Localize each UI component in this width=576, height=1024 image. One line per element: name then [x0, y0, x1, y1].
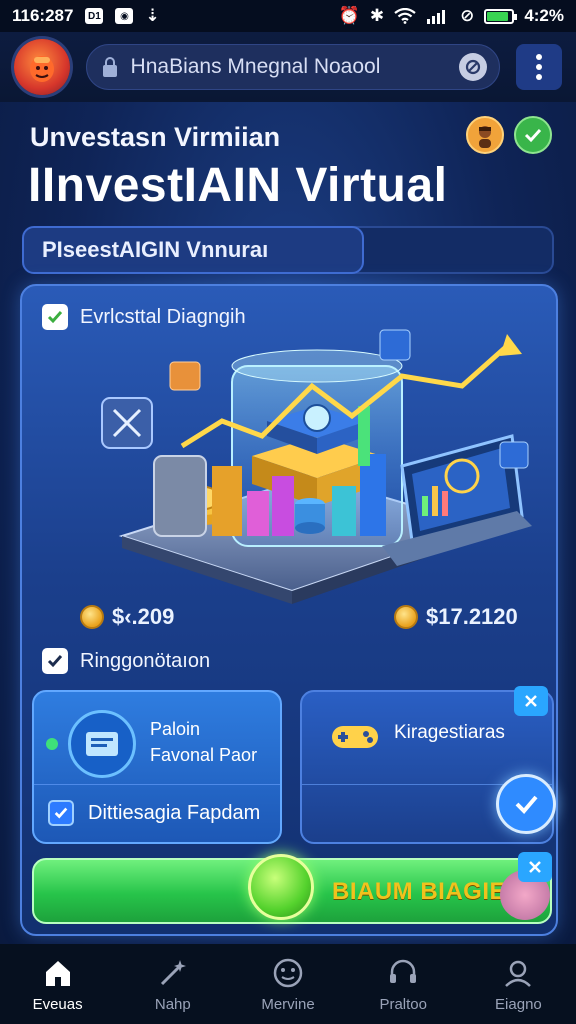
battery-icon	[484, 8, 518, 24]
status-dot	[46, 738, 58, 750]
gamepad-icon	[332, 726, 378, 748]
nav-label: Mervine	[261, 995, 315, 1013]
page-title: IInvestIAIN Virtual	[28, 159, 448, 212]
tile-left-checkbox-row[interactable]: Dittiesagia Fapdam	[48, 800, 260, 826]
status-bar: 116:287 D1 ◉ ⇣ ⏰ ✱ ⊘ 4:2%	[0, 0, 576, 32]
bottom-nav: Eveuas Nahp Mervine Praltoo Eiagno	[0, 944, 576, 1024]
tile-right-label: Kiragestiaras	[394, 722, 505, 743]
tile-left[interactable]: Paloin Favonal Paor Dittiesagia Fapdam	[32, 690, 282, 844]
face-icon	[273, 958, 303, 987]
tile-left-line1: Paloin	[150, 719, 201, 739]
nav-label: Nahp	[154, 995, 191, 1013]
more-vertical-icon[interactable]	[516, 44, 562, 90]
confirm-check-icon[interactable]	[496, 774, 556, 834]
main-content: Unvestasn Virmiian IInvestIAIN Virtual P…	[0, 102, 576, 944]
nav-label: Eveuas	[32, 995, 83, 1013]
nav-item-wand[interactable]: Nahp	[115, 944, 230, 1024]
profile-icon	[505, 960, 532, 987]
tile-left-check-label: Dittiesagia Fapdam	[88, 801, 261, 824]
cta-knob	[248, 854, 314, 920]
cta-label: BIAUM BIAGIEI	[332, 878, 514, 905]
nav-item-home[interactable]: Eveuas	[0, 944, 115, 1024]
registration-label: Ringgonötaıon	[80, 649, 211, 672]
nav-item-profile[interactable]: Eiagno	[461, 944, 576, 1024]
divider	[34, 784, 280, 785]
tile-left-line2: Favonal Paor	[150, 745, 258, 765]
amount-right-value: $17.2120	[426, 604, 518, 629]
battery-text: 4:2%	[524, 6, 564, 25]
tab-active[interactable]: PIseestAIGIN Vnnuraı	[22, 226, 364, 274]
check-circle-icon[interactable]	[514, 116, 552, 154]
document-icon	[68, 710, 136, 778]
app-logo-icon[interactable]	[14, 39, 70, 95]
primary-action-button[interactable]: BIAUM BIAGIEI	[32, 854, 552, 924]
bluetooth-icon: ✱	[369, 6, 385, 25]
page-subtitle: Unvestasn Virmiian	[30, 122, 281, 152]
camera-icon: ◉	[115, 8, 134, 24]
top-bar: HnaBians Mnegnal Noaool	[0, 32, 576, 102]
investment-illustration	[101, 329, 532, 604]
tile-left-text: Paloin Favonal Paor	[150, 716, 257, 768]
reload-icon[interactable]	[459, 53, 488, 81]
nav-item-headset[interactable]: Praltoo	[346, 944, 461, 1024]
lock-icon	[102, 57, 117, 77]
tab-bar-track	[340, 226, 554, 274]
home-icon	[45, 960, 70, 986]
alarm-icon: ⏰	[338, 6, 360, 25]
wifi-icon	[394, 8, 416, 24]
amount-left-value: $‹.209	[112, 604, 175, 629]
amount-left: $‹.209	[80, 604, 174, 630]
avatar-icon[interactable]	[466, 116, 504, 154]
signal-icon	[427, 10, 446, 24]
headset-icon	[390, 959, 417, 983]
usb-icon: ⇣	[145, 6, 160, 25]
status-time: 116:287	[12, 6, 74, 25]
no-sim-icon: ⊘	[460, 6, 475, 25]
coin-icon	[80, 605, 104, 629]
registration-checkbox-row[interactable]: Ringgonötaıon	[42, 648, 210, 674]
tab-label: PIseestAIGIN Vnnuraı	[42, 237, 269, 262]
checkbox-checked-icon[interactable]	[42, 648, 68, 674]
checkbox-checked-icon[interactable]	[48, 800, 74, 826]
investment-card: Evrlcsttal Diagngih $‹.209 $17.2120 Ring…	[20, 284, 558, 936]
wand-icon	[160, 959, 186, 985]
url-text: HnaBians Mnegnal Noaool	[130, 55, 381, 78]
amount-right: $17.2120	[394, 604, 518, 630]
nav-label: Praltoo	[379, 995, 427, 1013]
close-icon[interactable]	[518, 852, 552, 882]
coin-icon	[394, 605, 418, 629]
notification-icon: D1	[85, 8, 104, 24]
url-bar[interactable]: HnaBians Mnegnal Noaool	[85, 44, 501, 90]
nav-label: Eiagno	[495, 995, 542, 1013]
nav-item-face[interactable]: Mervine	[230, 944, 345, 1024]
close-icon[interactable]	[514, 686, 548, 716]
